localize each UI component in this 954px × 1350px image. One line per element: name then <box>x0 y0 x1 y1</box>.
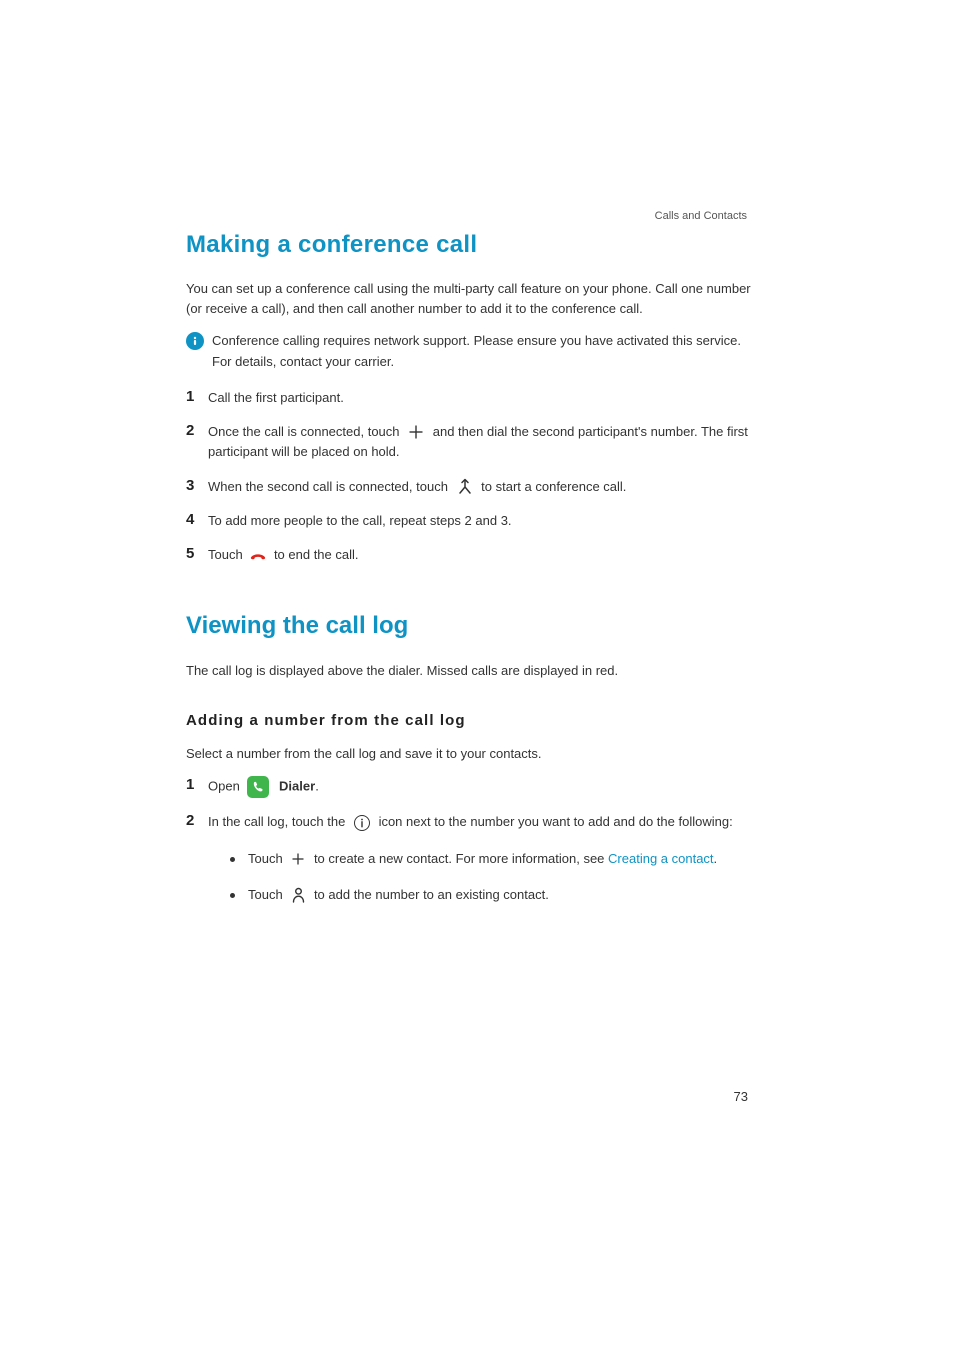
person-icon <box>289 886 307 904</box>
info-circle-icon <box>352 813 372 833</box>
calllog-intro: The call log is displayed above the dial… <box>186 661 759 681</box>
calllog-step-2: 2 In the call log, touch the icon next t… <box>186 812 759 921</box>
step-4: 4 To add more people to the call, repeat… <box>186 511 759 531</box>
dialer-app-name: Dialer <box>279 779 315 794</box>
dialer-app-icon <box>247 776 269 798</box>
plus-icon <box>289 850 307 868</box>
step-number: 2 <box>186 812 198 830</box>
step-number: 5 <box>186 545 198 563</box>
plus-icon <box>406 422 426 442</box>
step-3: 3 When the second call is connected, tou… <box>186 477 759 498</box>
step-text: Once the call is connected, touch and th… <box>208 422 759 463</box>
calllog-bullet-list: Touch to create a new contact. For more … <box>230 849 759 905</box>
heading-making-conference-call: Making a conference call <box>186 226 759 263</box>
step-1: 1 Call the first participant. <box>186 388 759 408</box>
bullet-create-contact: Touch to create a new contact. For more … <box>230 849 759 869</box>
page-number: 73 <box>734 1087 748 1107</box>
step-number: 3 <box>186 477 198 495</box>
bullet-existing-contact: Touch to add the number to an existing c… <box>230 885 759 905</box>
step-text: Touch to end the call. <box>208 545 759 565</box>
calllog-step-1: 1 Open Dialer. <box>186 776 759 798</box>
step-text: When the second call is connected, touch… <box>208 477 759 498</box>
end-call-icon <box>249 547 267 565</box>
header-section-label: Calls and Contacts <box>655 208 747 225</box>
info-note-text: Conference calling requires network supp… <box>212 331 759 371</box>
step-number: 1 <box>186 776 198 794</box>
step-text: Open Dialer. <box>208 776 759 798</box>
info-note-row: Conference calling requires network supp… <box>186 331 759 371</box>
step-5: 5 Touch to end the call. <box>186 545 759 565</box>
subheading-adding-number: Adding a number from the call log <box>186 709 759 732</box>
step-text: In the call log, touch the icon next to … <box>208 812 759 921</box>
step-number: 4 <box>186 511 198 529</box>
step-number: 2 <box>186 422 198 440</box>
merge-calls-icon <box>455 477 475 497</box>
link-creating-contact[interactable]: Creating a contact <box>608 851 714 866</box>
page-content: Making a conference call You can set up … <box>186 226 759 921</box>
step-text: Call the first participant. <box>208 388 759 408</box>
info-icon <box>186 332 204 350</box>
heading-viewing-call-log: Viewing the call log <box>186 607 759 644</box>
step-number: 1 <box>186 388 198 406</box>
adding-number-intro: Select a number from the call log and sa… <box>186 744 759 764</box>
step-2: 2 Once the call is connected, touch and … <box>186 422 759 463</box>
intro-paragraph: You can set up a conference call using t… <box>186 279 759 319</box>
conference-steps-list: 1 Call the first participant. 2 Once the… <box>186 388 759 566</box>
step-text: To add more people to the call, repeat s… <box>208 511 759 531</box>
calllog-steps-list: 1 Open Dialer. 2 In the call log, touch … <box>186 776 759 921</box>
